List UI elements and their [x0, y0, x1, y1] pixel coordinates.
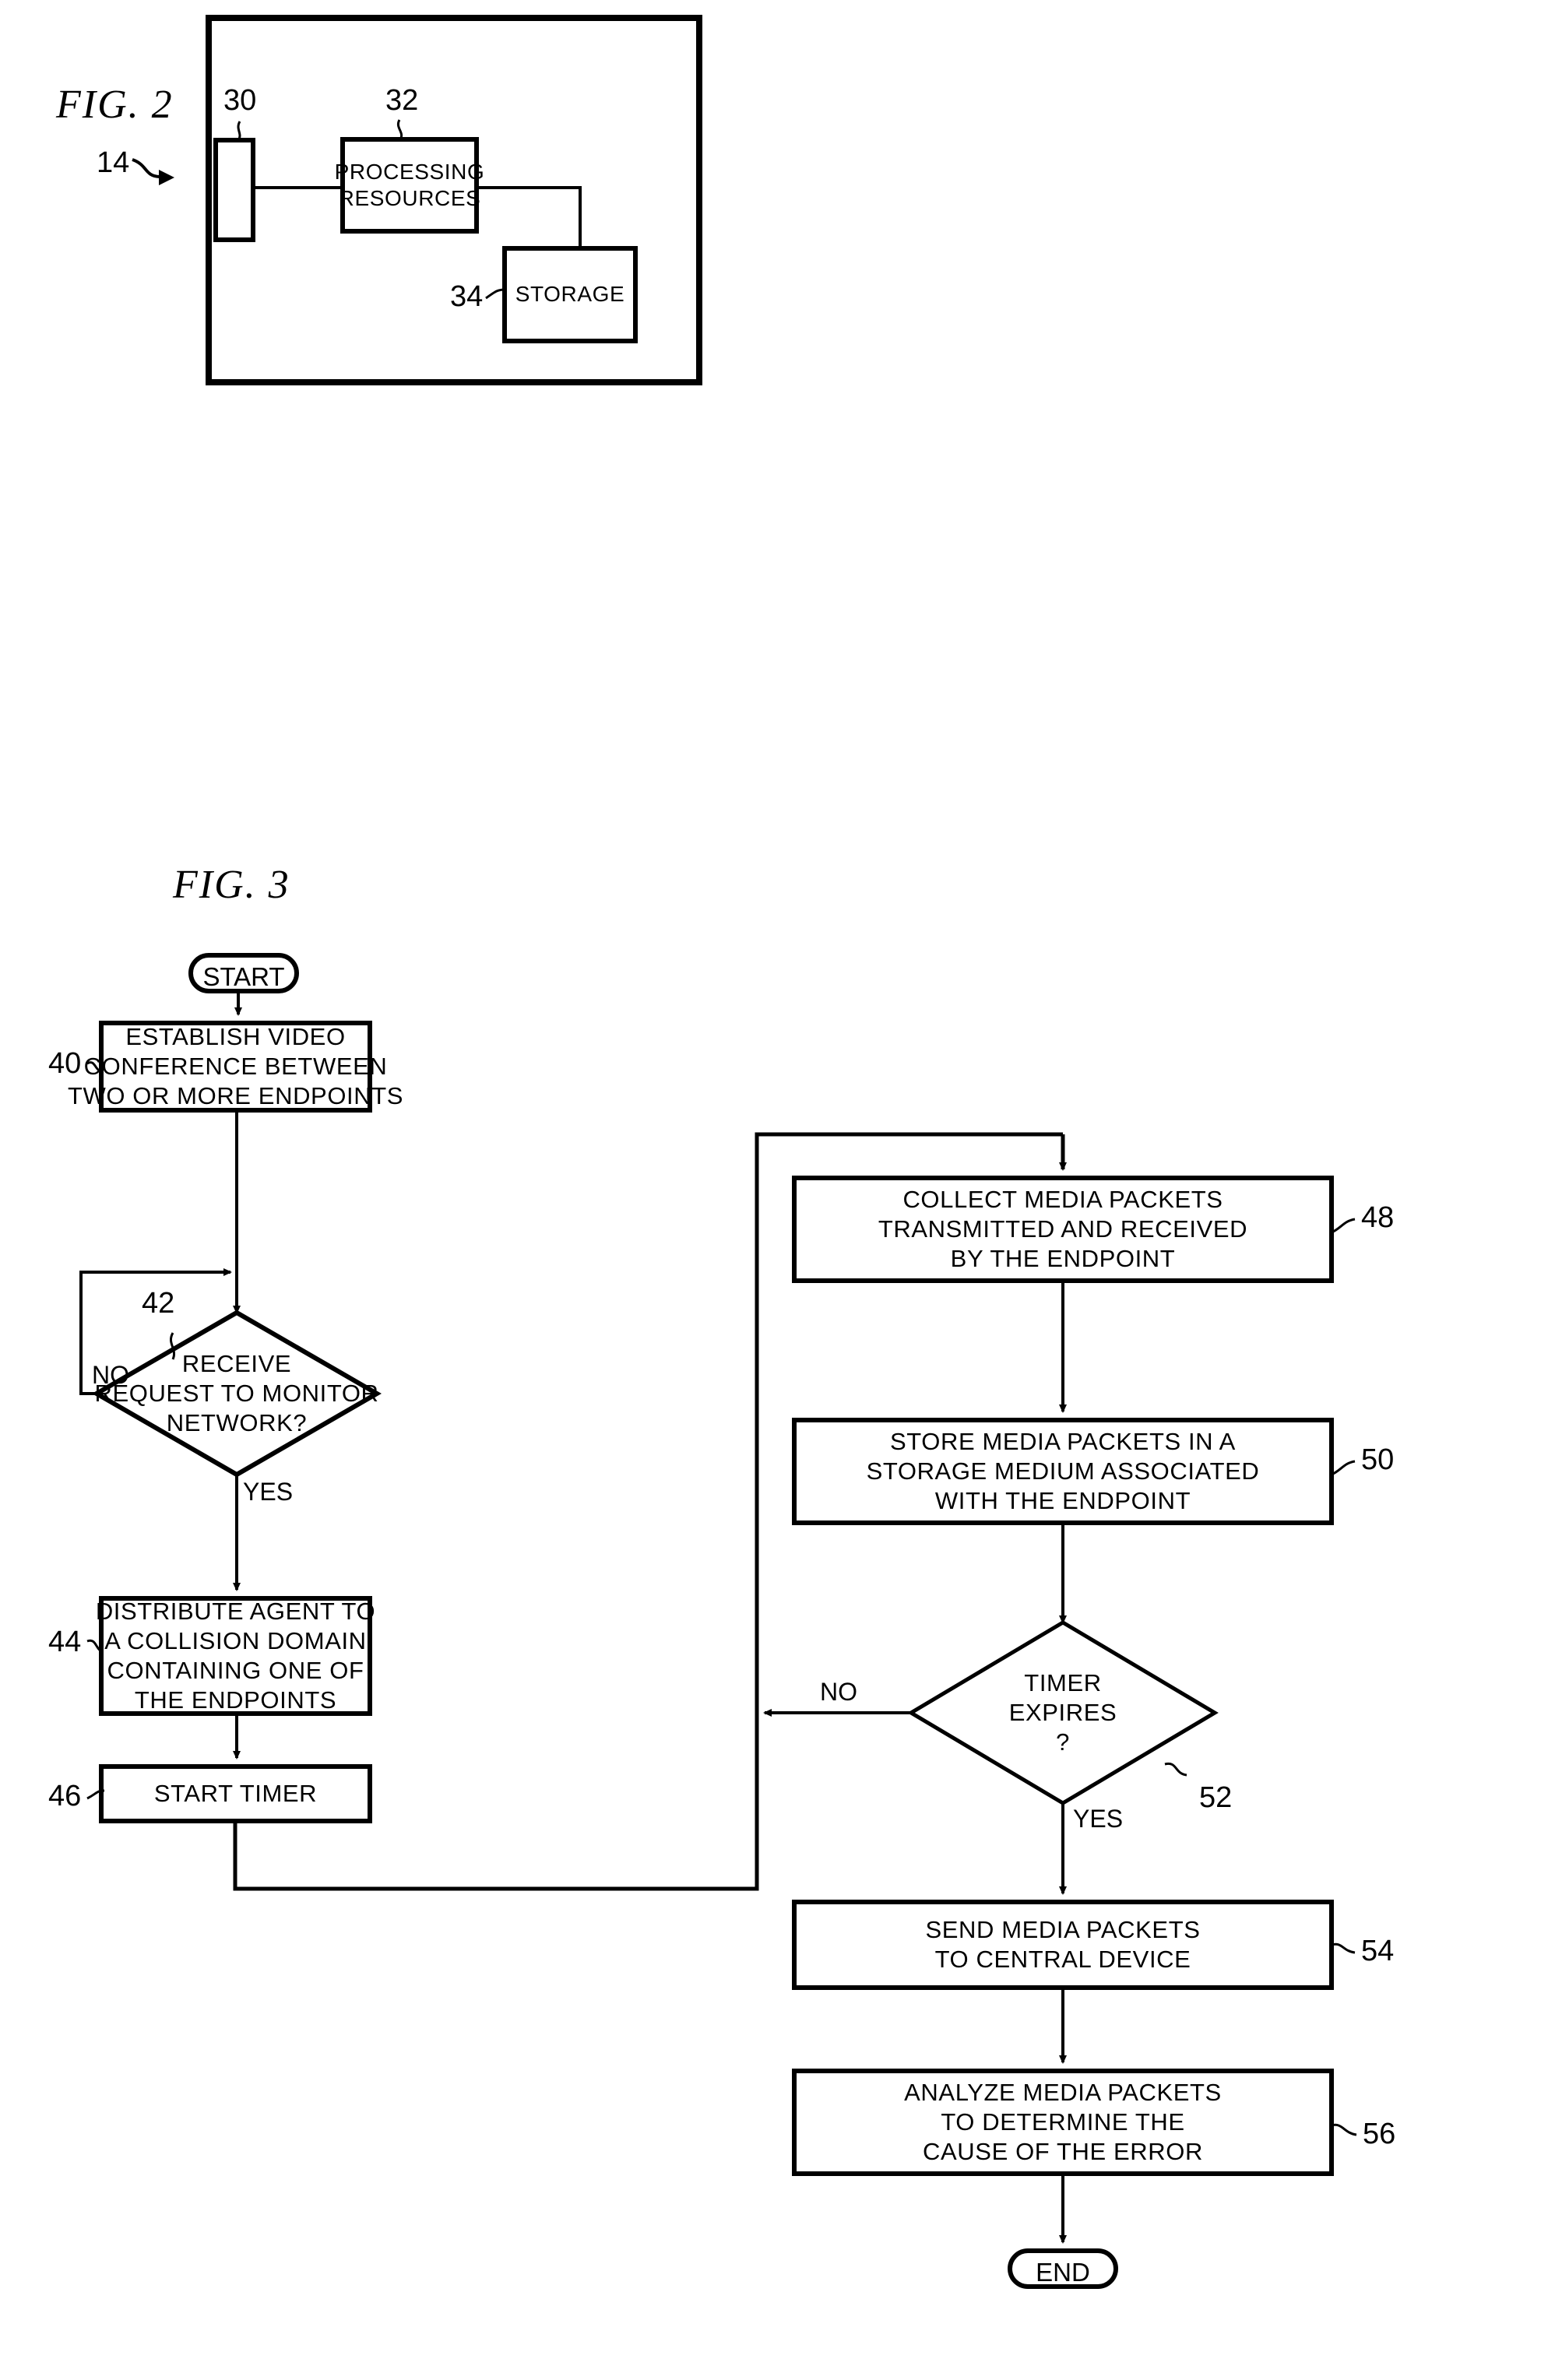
patent-drawing-sheet: FIG. 2 14 30 32 34 PROCESSING RESOURCES …: [0, 0, 1548, 2380]
fig3-node-54: [792, 1900, 1334, 1990]
fig3-node-46: [99, 1764, 372, 1823]
fig3-start-label: START: [202, 962, 285, 991]
fig3-label-42-yes: YES: [243, 1478, 294, 1506]
fig3-label-42-no: NO: [92, 1361, 129, 1389]
fig3-node-52: [907, 1620, 1219, 1805]
fig3-node-40: [99, 1021, 372, 1113]
fig3-label-52-no: NO: [820, 1678, 857, 1706]
fig3-label-52-yes: YES: [1073, 1805, 1124, 1833]
fig3-leader-56: [1331, 2123, 1357, 2136]
fig3-node-44: [99, 1596, 372, 1716]
fig3-caption: FIG. 3: [173, 863, 290, 907]
fig3-ref-50: 50: [1361, 1443, 1395, 1476]
fig3-ref-54: 54: [1361, 1935, 1395, 1967]
fig3-ref-52: 52: [1199, 1781, 1233, 1814]
fig3-node-56: [792, 2069, 1334, 2176]
fig3-ref-48: 48: [1361, 1201, 1395, 1234]
fig3-ref-40: 40: [48, 1047, 82, 1080]
fig3-leader-48: [1331, 1218, 1356, 1234]
fig3-ref-42: 42: [142, 1287, 175, 1320]
fig3-end-label: END: [1036, 2258, 1090, 2287]
fig3-leader-52: [1164, 1762, 1187, 1777]
fig3-ref-44: 44: [48, 1626, 82, 1658]
fig3-node-42: [92, 1310, 382, 1478]
fig3-leader-50: [1331, 1460, 1356, 1476]
fig3-leader-54: [1331, 1942, 1356, 1954]
fig3-ref-46: 46: [48, 1780, 82, 1812]
fig3-ref-56: 56: [1363, 2118, 1396, 2150]
fig3-node-48: [792, 1176, 1334, 1283]
fig3-node-50: [792, 1418, 1334, 1525]
fig3-lines: [79, 953, 1357, 2289]
